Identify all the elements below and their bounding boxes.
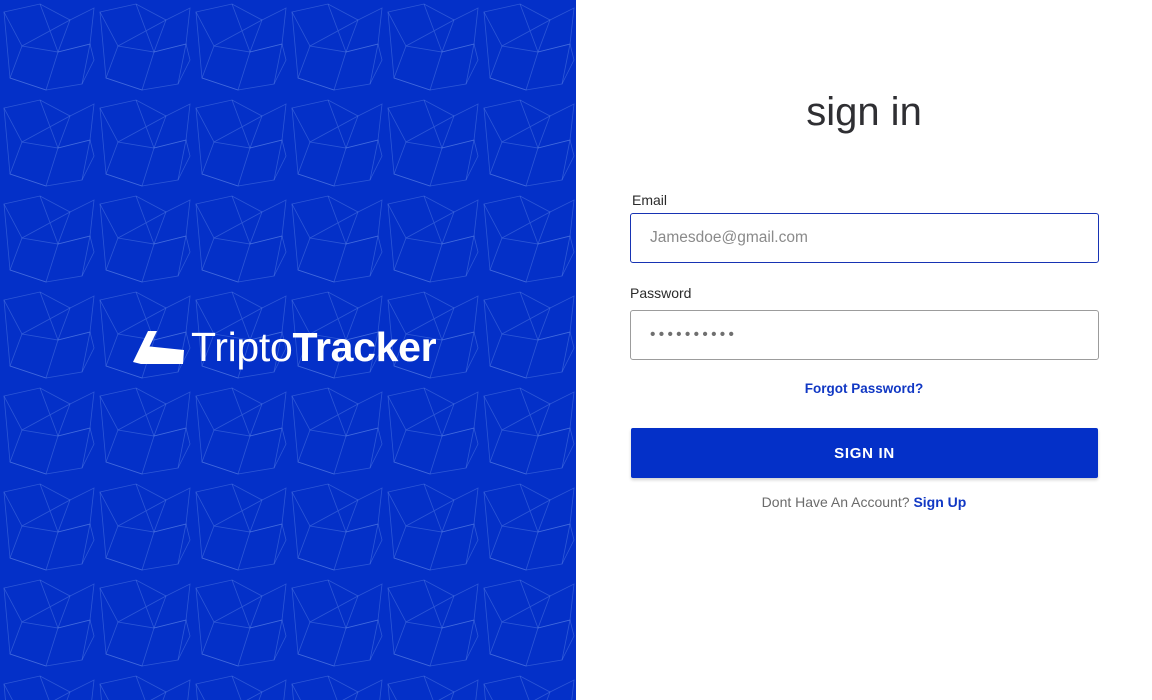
email-field[interactable]: Jamesdoe@gmail.com bbox=[630, 213, 1099, 263]
email-label: Email bbox=[632, 192, 668, 208]
signup-prompt-line: Dont Have An Account? Sign Up bbox=[576, 493, 1152, 511]
sign-in-button[interactable]: SIGN IN bbox=[631, 428, 1098, 478]
sign-up-link[interactable]: Sign Up bbox=[913, 494, 966, 510]
app-name-bold: Tracker bbox=[292, 324, 437, 370]
page-title: sign in bbox=[806, 90, 922, 134]
brand-panel: TriptoTracker bbox=[0, 0, 576, 700]
password-label: Password bbox=[630, 285, 692, 301]
signup-prompt-text: Dont Have An Account? bbox=[761, 494, 910, 510]
password-field[interactable]: •••••••••• bbox=[630, 310, 1099, 360]
tripto-logo-icon bbox=[133, 331, 184, 364]
app-name-light: Tripto bbox=[191, 324, 293, 370]
password-value: •••••••••• bbox=[650, 326, 738, 343]
email-placeholder: Jamesdoe@gmail.com bbox=[650, 229, 808, 246]
app-logo: TriptoTracker bbox=[131, 324, 437, 370]
signin-form-panel: sign in Email Jamesdoe@gmail.com Passwor… bbox=[576, 0, 1152, 700]
login-screen: TriptoTracker sign in Email Jamesdoe@gma… bbox=[0, 0, 1152, 700]
forgot-password-link[interactable]: Forgot Password? bbox=[576, 380, 1152, 398]
app-name: TriptoTracker bbox=[191, 324, 437, 370]
